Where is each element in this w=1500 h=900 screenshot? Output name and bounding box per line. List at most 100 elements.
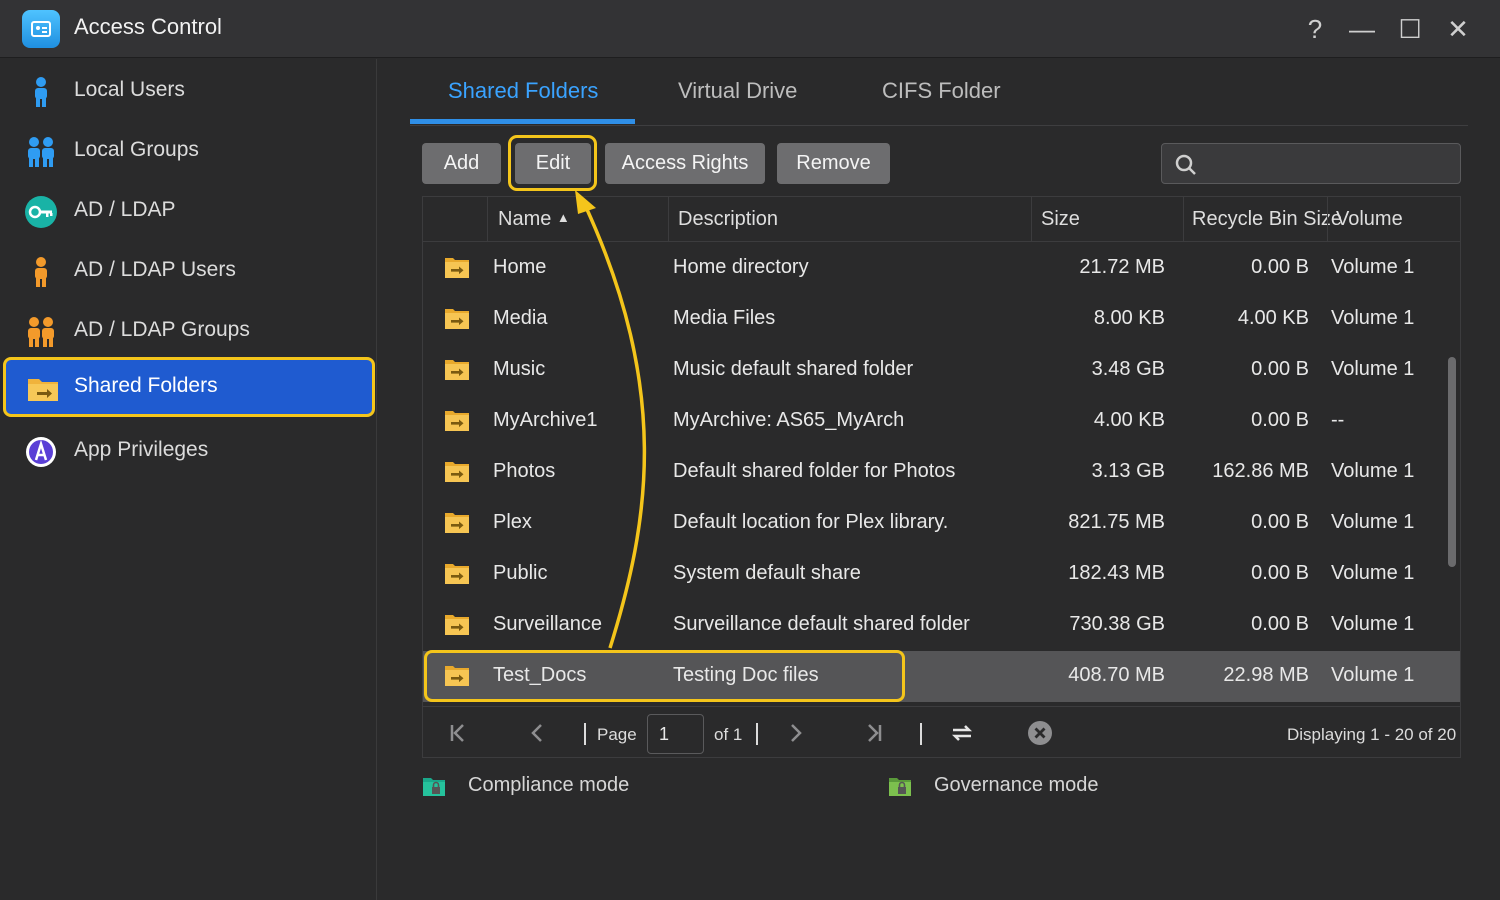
cell-volume: Volume 1 (1331, 613, 1415, 635)
user-icon (35, 77, 47, 107)
cell-recycle-bin-size: 4.00 KB (1237, 307, 1309, 329)
cell-volume: Volume 1 (1331, 460, 1415, 482)
cell-size: 3.48 GB (1091, 358, 1165, 380)
table-row[interactable]: MyArchive1 MyArchive: AS65_MyArch 4.00 KB 0… (423, 396, 1460, 447)
title-bar: Access Control ? — ☐ ✕ (0, 0, 1500, 58)
sidebar-item-local-groups[interactable]: Local Groups (0, 121, 377, 181)
access-rights-button[interactable]: Access Rights (605, 143, 765, 184)
search-input[interactable] (1206, 150, 1446, 178)
pager-divider (584, 723, 586, 745)
cell-name: Test_Docs (493, 664, 587, 686)
table-row[interactable]: Home Home directory 21.72 MB 0.00 B Volume 1 (423, 243, 1460, 294)
pager-divider (756, 723, 758, 745)
sidebar-item-label: Local Groups (74, 138, 199, 161)
window-title: Access Control (74, 14, 222, 39)
cell-recycle-bin-size: 0.00 B (1251, 358, 1309, 380)
maximize-icon[interactable]: ☐ (1393, 12, 1427, 46)
sort-ascending-icon: ▲ (556, 210, 570, 225)
shared-folder-icon (445, 411, 469, 431)
table-row[interactable]: Surveillance Surveillance default shared … (423, 600, 1460, 651)
column-header-size[interactable]: Size (1041, 208, 1080, 231)
shared-folder-icon (445, 462, 469, 482)
table-row[interactable]: Media Media Files 8.00 KB 4.00 KB Volume 1 (423, 294, 1460, 345)
search-box[interactable] (1161, 143, 1461, 184)
sidebar-item-label: AD / LDAP (74, 198, 176, 221)
table-scrollbar[interactable] (1448, 357, 1456, 567)
page-number-input[interactable] (647, 714, 704, 754)
sidebar-item-ad-ldap-users[interactable]: AD / LDAP Users (0, 241, 377, 301)
cell-description: Testing Doc files (673, 664, 819, 686)
table-row[interactable]: Photos Default shared folder for Photos 3.… (423, 447, 1460, 498)
table-header: Name ▲ Description Size Recycle Bin Size… (423, 197, 1460, 242)
sidebar-item-label: Local Users (74, 78, 185, 101)
tab-cifs-folder[interactable]: CIFS Folder (882, 78, 1001, 104)
search-icon (1175, 154, 1196, 175)
cell-volume: Volume 1 (1331, 256, 1415, 278)
edit-button[interactable]: Edit (515, 143, 591, 184)
shared-folder-icon (445, 615, 469, 635)
table-row[interactable]: Music Music default shared folder 3.48 GB 0… (423, 345, 1460, 396)
cell-recycle-bin-size: 22.98 MB (1223, 664, 1309, 686)
shared-folder-icon (445, 360, 469, 380)
next-page-icon[interactable] (782, 720, 808, 746)
cell-name: Home (493, 256, 547, 278)
help-icon[interactable]: ? (1298, 12, 1332, 46)
minimize-icon[interactable]: — (1345, 12, 1379, 46)
sidebar-item-ad-ldap[interactable]: AD / LDAP (0, 181, 377, 241)
tab-shared-folders[interactable]: Shared Folders (448, 78, 598, 104)
column-header-volume[interactable]: Volume (1336, 208, 1403, 231)
sidebar-item-ad-ldap-groups[interactable]: AD / LDAP Groups (0, 301, 377, 361)
table-row[interactable]: Test_Docs Testing Doc files 408.70 MB 22.98… (423, 651, 1460, 702)
column-header-recycle-bin-size[interactable]: Recycle Bin Size (1192, 208, 1342, 231)
cell-name: Music (493, 358, 546, 380)
cell-name: Public (493, 562, 548, 584)
clear-icon[interactable] (1027, 720, 1053, 746)
group-icon (28, 137, 54, 167)
cell-size: 408.70 MB (1068, 664, 1165, 686)
close-icon[interactable]: ✕ (1441, 12, 1475, 46)
cell-name: Plex (493, 511, 532, 533)
previous-page-icon[interactable] (525, 720, 551, 746)
cell-recycle-bin-size: 0.00 B (1251, 409, 1309, 431)
last-page-icon[interactable] (861, 720, 887, 746)
table-row[interactable]: Plex Default location for Plex library. 82… (423, 498, 1460, 549)
app-privileges-icon (26, 437, 56, 467)
page-label: Page (597, 725, 637, 744)
remove-button[interactable]: Remove (777, 143, 890, 184)
refresh-icon[interactable] (949, 720, 975, 746)
compliance-mode-icon (423, 778, 445, 796)
shared-folder-icon (445, 258, 469, 278)
shared-folder-icon (445, 309, 469, 329)
cell-size: 4.00 KB (1093, 409, 1165, 431)
governance-mode-icon (889, 778, 911, 796)
tab-virtual-drive[interactable]: Virtual Drive (678, 78, 797, 104)
cell-volume: -- (1331, 409, 1345, 431)
shared-folder-icon (445, 513, 469, 533)
add-button[interactable]: Add (422, 143, 501, 184)
first-page-icon[interactable] (445, 720, 471, 746)
sidebar-item-local-users[interactable]: Local Users (0, 61, 377, 121)
cell-name: Media (493, 307, 548, 329)
cell-recycle-bin-size: 162.86 MB (1212, 460, 1309, 482)
shared-folder-icon (28, 379, 58, 401)
cell-description: System default share (673, 562, 861, 584)
access-control-app-icon (22, 10, 60, 48)
ldap-user-icon (35, 257, 47, 287)
column-header-name[interactable]: Name ▲ (498, 208, 570, 231)
sidebar-item-app-privileges[interactable]: App Privileges (0, 421, 377, 481)
table-row[interactable]: Public System default share 182.43 MB 0.00 … (423, 549, 1460, 600)
cell-name: Surveillance (493, 613, 602, 635)
cell-description: Home directory (673, 256, 809, 278)
ldap-group-icon (28, 317, 54, 347)
cell-size: 8.00 KB (1093, 307, 1165, 329)
column-header-description[interactable]: Description (678, 208, 778, 231)
cell-size: 21.72 MB (1079, 256, 1165, 278)
cell-name: Photos (493, 460, 556, 482)
displaying-count: Displaying 1 - 20 of 20 (1287, 725, 1457, 744)
sidebar-item-label: AD / LDAP Groups (74, 318, 250, 341)
shared-folder-icon (445, 666, 469, 686)
pager: Page of 1 Displaying 1 - 20 of 20 (422, 706, 1461, 758)
sidebar-item-shared-folders[interactable]: Shared Folders (3, 357, 375, 417)
cell-size: 730.38 GB (1069, 613, 1165, 635)
sidebar: Local Users Local Groups AD / LDAP AD / … (0, 59, 377, 900)
